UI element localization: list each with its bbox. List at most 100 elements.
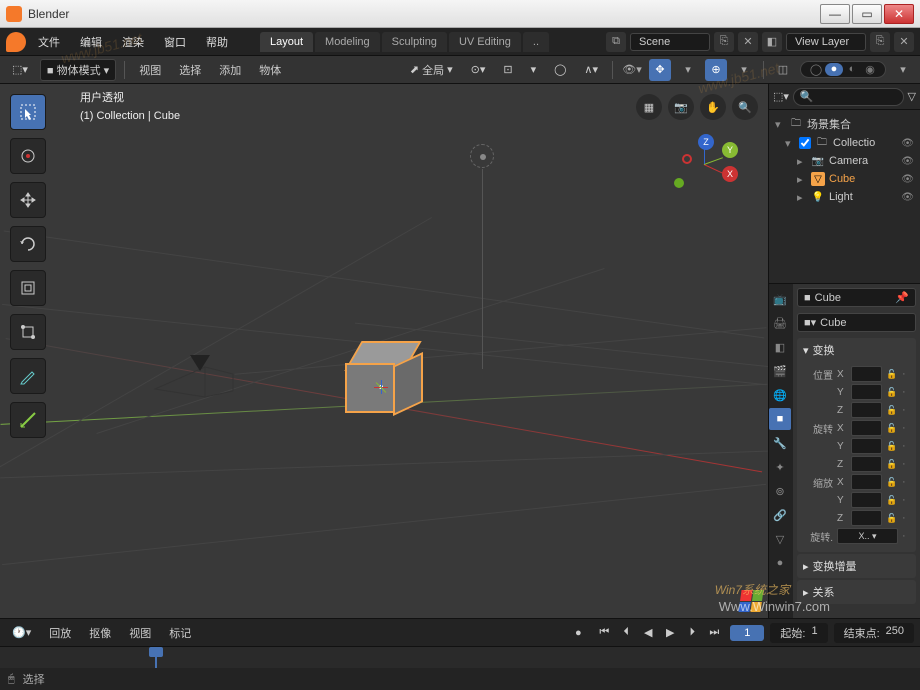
menu-file[interactable]: 文件 [30,31,68,53]
visibility-eye-icon[interactable]: 👁 [901,174,914,185]
gizmo-pan-icon[interactable]: ✋ [700,94,726,120]
tab-more[interactable]: .. [523,32,549,52]
editor-type-icon[interactable]: ⬚▾ [6,61,34,78]
lock-icon[interactable]: 🔓 [886,441,898,452]
timeline-playback[interactable]: 回放 [43,623,77,643]
timeline-keying[interactable]: 抠像 [83,623,117,643]
axis-navigation-gizmo[interactable]: ZYX [674,134,738,198]
tab-uvediting[interactable]: UV Editing [449,32,521,52]
header-view[interactable]: 视图 [133,60,167,80]
xray-toggle-icon[interactable]: ◫ [772,59,794,81]
outliner-item-camera[interactable]: ▸📷 Camera 👁 [771,152,918,170]
lock-icon[interactable]: 🔓 [886,387,898,398]
lock-icon[interactable]: 🔓 [886,405,898,416]
timeline-track[interactable] [0,646,920,668]
proptab-physics-icon[interactable]: ⊚ [769,480,791,502]
close-button[interactable]: ✕ [884,4,914,24]
rotation-z-field[interactable] [851,456,882,472]
location-x-field[interactable] [851,366,882,382]
datablock-name-field[interactable]: ■▾ Cube [797,313,916,332]
gizmo-grid-icon[interactable]: ▦ [636,94,662,120]
lock-icon[interactable]: 🔓 [886,513,898,524]
viewport-camera-object[interactable] [155,349,235,399]
overlay-toggle-icon[interactable]: ⊕ [705,59,727,81]
lock-icon[interactable]: 🔓 [886,495,898,506]
menu-render[interactable]: 渲染 [114,31,152,53]
menu-edit[interactable]: 编辑 [72,31,110,53]
proportional-dropdown[interactable]: ∧▾ [578,61,604,78]
minimize-button[interactable]: — [820,4,850,24]
menu-window[interactable]: 窗口 [156,31,194,53]
tool-rotate[interactable] [10,226,46,262]
tab-sculpting[interactable]: Sculpting [382,32,447,52]
header-object[interactable]: 物体 [253,60,287,80]
scene-browse-icon[interactable]: ⧉ [606,32,626,52]
playhead[interactable] [155,647,157,668]
rotation-mode-dropdown[interactable]: X.. ▾ [837,528,898,544]
proptab-data-icon[interactable]: ▽ [769,528,791,550]
keyframe-prev-icon[interactable]: ⏴ [616,623,636,643]
scale-y-field[interactable] [851,492,882,508]
play-icon[interactable]: ▶ [660,623,680,643]
outliner-display-mode-icon[interactable]: ⬚▾ [773,90,789,103]
viewlayer-name-field[interactable]: View Layer [786,33,866,51]
panel-relations-header[interactable]: ▸ 关系 [797,580,916,604]
lock-icon[interactable]: 🔓 [886,477,898,488]
gizmo-camera-icon[interactable]: 📷 [668,94,694,120]
proptab-modifiers-icon[interactable]: 🔧 [769,432,791,454]
gizmo-dropdown-icon[interactable]: ▾ [677,59,699,81]
header-select[interactable]: 选择 [173,60,207,80]
scene-new-icon[interactable]: ⎘ [714,32,734,52]
end-frame-field[interactable]: 250 [886,625,904,641]
shading-mode-pills[interactable]: ◯●◐◉ [800,61,886,78]
timeline-editor-icon[interactable]: 🕐▾ [6,624,37,641]
blender-logo-icon[interactable] [6,32,26,52]
jump-start-icon[interactable]: ⏮ [594,623,614,643]
proptab-viewlayer-icon[interactable]: ◧ [769,336,791,358]
lock-icon[interactable]: 🔓 [886,423,898,434]
proptab-material-icon[interactable]: ● [769,552,791,574]
menu-help[interactable]: 帮助 [198,31,236,53]
timeline-marker[interactable]: 标记 [163,623,197,643]
proptab-output-icon[interactable]: 🖨 [769,312,791,334]
layer-new-icon[interactable]: ⎘ [870,32,890,52]
proptab-render-icon[interactable]: 📺 [769,288,791,310]
start-frame-field[interactable]: 1 [811,625,817,641]
pivot-dropdown[interactable]: ⊙▾ [465,61,492,78]
scale-x-field[interactable] [851,474,882,490]
proportional-toggle[interactable]: ◯ [548,61,572,78]
rotation-y-field[interactable] [851,438,882,454]
maximize-button[interactable]: ▭ [852,4,882,24]
viewport-light-object[interactable] [470,144,494,168]
tab-modeling[interactable]: Modeling [315,32,380,52]
3d-viewport[interactable]: 用户透视 (1) Collection | Cube ▦ 📷 ✋ 🔍 ZYX [0,84,768,618]
visibility-eye-icon[interactable]: 👁 [901,192,914,203]
outliner-search-input[interactable]: 🔍 [793,88,904,106]
autokey-toggle-icon[interactable]: ● [568,623,588,643]
tab-layout[interactable]: Layout [260,32,313,52]
play-reverse-icon[interactable]: ◀ [638,623,658,643]
visibility-dropdown-icon[interactable]: 👁▾ [621,59,643,81]
tool-select-box[interactable] [10,94,46,130]
proptab-world-icon[interactable]: 🌐 [769,384,791,406]
tool-cursor[interactable] [10,138,46,174]
snap-toggle[interactable]: ⊡ [497,61,518,78]
layer-delete-icon[interactable]: ✕ [894,32,914,52]
lock-icon[interactable]: 🔓 [886,459,898,470]
scene-name-field[interactable]: Scene [630,33,710,51]
keyframe-next-icon[interactable]: ⏵ [682,623,702,643]
scene-delete-icon[interactable]: ✕ [738,32,758,52]
location-y-field[interactable] [851,384,882,400]
tool-measure[interactable] [10,402,46,438]
outliner-item-cube[interactable]: ▸▽ Cube 👁 [771,170,918,188]
panel-delta-header[interactable]: ▸ 变换增量 [797,554,916,578]
visibility-eye-icon[interactable]: 👁 [901,138,914,149]
location-z-field[interactable] [851,402,882,418]
gizmo-zoom-icon[interactable]: 🔍 [732,94,758,120]
header-add[interactable]: 添加 [213,60,247,80]
mode-dropdown[interactable]: ■ 物体模式 ▾ [40,59,116,81]
lock-icon[interactable]: 🔓 [886,369,898,380]
panel-transform-header[interactable]: ▾ 变换 [797,338,916,362]
shading-dropdown-icon[interactable]: ▾ [892,59,914,81]
breadcrumb[interactable]: ■ Cube 📌 [797,288,916,307]
